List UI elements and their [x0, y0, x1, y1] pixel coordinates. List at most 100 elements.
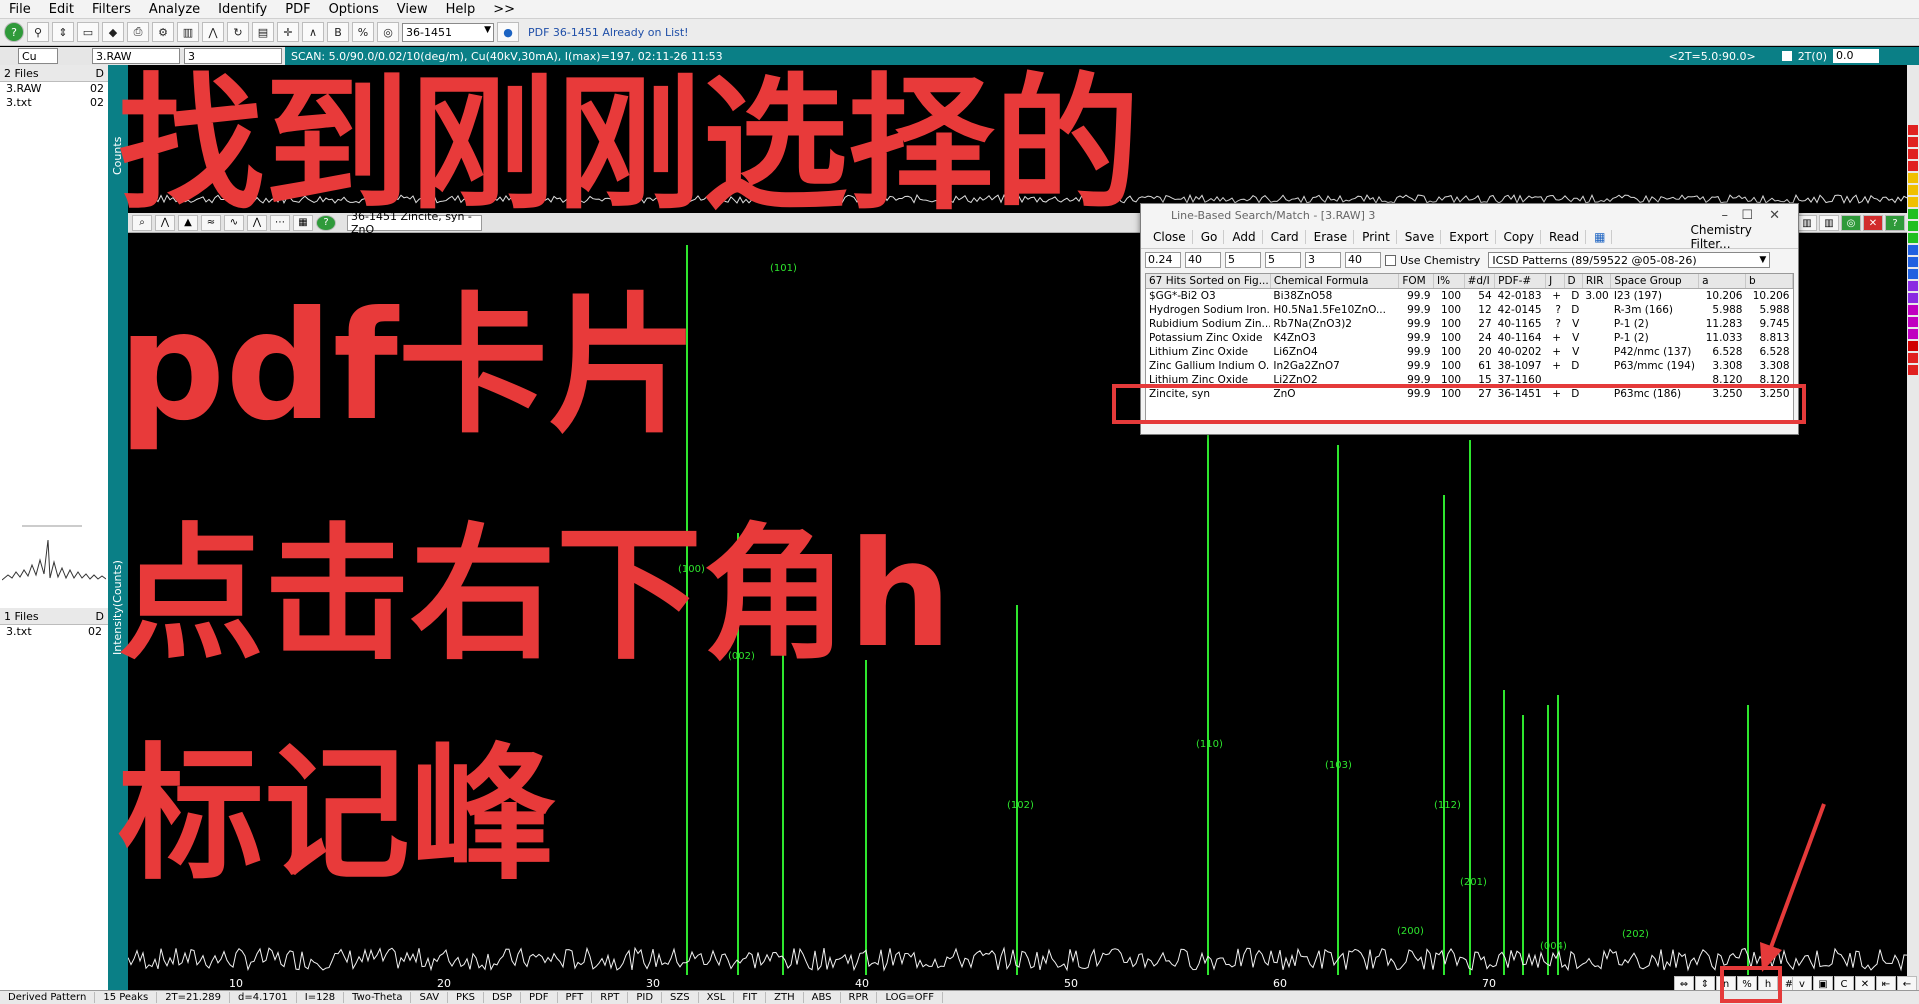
close-button[interactable]: Close — [1147, 230, 1193, 244]
color-swatch[interactable] — [1908, 197, 1918, 207]
bars-icon[interactable]: ▥ — [1819, 215, 1839, 231]
go-button[interactable]: Go — [1195, 230, 1225, 244]
help-icon[interactable]: ? — [1885, 215, 1905, 231]
column-header[interactable]: PDF-# — [1494, 274, 1547, 289]
card-button[interactable]: Card — [1265, 230, 1306, 244]
settings-icon[interactable]: ⚙ — [152, 22, 174, 42]
minimize-icon[interactable]: – — [1722, 208, 1729, 223]
column-header[interactable]: Chemical Formula — [1270, 274, 1400, 289]
menu-file[interactable]: File — [0, 2, 40, 17]
color-swatch[interactable] — [1908, 341, 1918, 351]
copy-button[interactable]: Copy — [1498, 230, 1541, 244]
print-icon[interactable]: ⎙ — [127, 22, 149, 42]
table-row[interactable]: Rubidium Sodium Zin... Rb7Na(ZnO3)2 99.9 10… — [1146, 317, 1793, 331]
twotheta-value[interactable]: 0.0 — [1833, 49, 1879, 63]
menu-help[interactable]: Help — [437, 2, 485, 17]
spin-field[interactable]: 3 — [1305, 252, 1341, 268]
color-swatch[interactable] — [1908, 221, 1918, 231]
drop-icon[interactable]: ● — [497, 22, 519, 42]
menu-identify[interactable]: Identify — [209, 2, 276, 17]
color-swatch[interactable] — [1908, 245, 1918, 255]
menu-filters[interactable]: Filters — [83, 2, 140, 17]
wave-icon[interactable]: ∧ — [302, 22, 324, 42]
spin-field[interactable]: 5 — [1265, 252, 1301, 268]
bars-icon[interactable]: ▥ — [1797, 215, 1817, 231]
menu-options[interactable]: Options — [320, 2, 388, 17]
use-chemistry-checkbox[interactable] — [1385, 254, 1396, 266]
column-header[interactable]: b — [1745, 274, 1793, 289]
peaks-icon[interactable]: ⋀ — [202, 22, 224, 42]
spin-field[interactable]: 40 — [1345, 252, 1381, 268]
menu-pdf[interactable]: PDF — [276, 2, 319, 17]
color-swatch[interactable] — [1908, 281, 1918, 291]
element-select[interactable]: Cu — [18, 48, 58, 64]
color-swatch[interactable] — [1908, 353, 1918, 363]
database-select[interactable]: ICSD Patterns (89/59522 @05-08-26) ▼ — [1488, 252, 1771, 268]
chart-icon[interactable]: ▤ — [252, 22, 274, 42]
file-row[interactable]: 3.RAW 02 — [0, 82, 108, 96]
globe-icon[interactable]: ◎ — [1841, 215, 1861, 231]
crosshair-icon[interactable]: ✛ — [277, 22, 299, 42]
bg-icon[interactable]: B — [327, 22, 349, 42]
color-swatch[interactable] — [1908, 149, 1918, 159]
color-swatch[interactable] — [1908, 257, 1918, 267]
color-swatch[interactable] — [1908, 329, 1918, 339]
menu-analyze[interactable]: Analyze — [140, 2, 209, 17]
thumbnail-pattern[interactable] — [2, 520, 106, 590]
filter-icon[interactable]: ⚲ — [27, 22, 49, 42]
color-swatch[interactable] — [1908, 185, 1918, 195]
table-row[interactable]: $GG*-Bi2 O3 Bi38ZnO58 99.9 100 54 42-0183 + D 3.… — [1146, 289, 1793, 304]
color-swatch[interactable] — [1908, 137, 1918, 147]
color-swatch[interactable] — [1908, 293, 1918, 303]
table-row[interactable]: Potassium Zinc Oxide K4ZnO3 99.9 100 24 40-11… — [1146, 331, 1793, 345]
color-swatch[interactable] — [1908, 173, 1918, 183]
spin-field[interactable]: 0.24 — [1145, 252, 1181, 268]
help-icon[interactable]: ? — [4, 22, 24, 42]
column-header[interactable]: Space Group — [1610, 274, 1700, 289]
chemistry-filter-button[interactable]: Chemistry Filter... — [1684, 223, 1798, 251]
menu-edit[interactable]: Edit — [40, 2, 83, 17]
column-header[interactable]: D — [1564, 274, 1583, 289]
column-header[interactable]: J — [1545, 274, 1565, 289]
export-button[interactable]: Export — [1443, 230, 1496, 244]
table-row[interactable]: Lithium Zinc Oxide Li6ZnO4 99.9 100 20 40-020… — [1146, 345, 1793, 359]
spin-field[interactable]: 40 — [1185, 252, 1221, 268]
column-header[interactable]: RIR — [1582, 274, 1612, 289]
color-swatch[interactable] — [1908, 125, 1918, 135]
spin-field[interactable]: 5 — [1225, 252, 1261, 268]
color-swatch[interactable] — [1908, 161, 1918, 171]
close-icon[interactable]: ✕ — [1769, 208, 1780, 223]
close-icon[interactable]: ✕ — [1863, 215, 1883, 231]
color-swatch[interactable] — [1908, 317, 1918, 327]
disk-icon[interactable]: ◆ — [102, 22, 124, 42]
percent-icon[interactable]: % — [352, 22, 374, 42]
color-swatch[interactable] — [1908, 305, 1918, 315]
sort-icon[interactable]: ⇕ — [52, 22, 74, 42]
color-swatch[interactable] — [1908, 233, 1918, 243]
print-button[interactable]: Print — [1356, 230, 1397, 244]
file-row[interactable]: 3.txt 02 — [0, 96, 108, 110]
file-row[interactable]: 3.txt 02 — [0, 625, 106, 639]
refresh-icon[interactable]: ↻ — [227, 22, 249, 42]
column-header[interactable]: 67 Hits Sorted on Fig... — [1146, 274, 1271, 289]
erase-button[interactable]: Erase — [1308, 230, 1355, 244]
column-header[interactable]: a — [1698, 274, 1746, 289]
table-row[interactable]: Zinc Gallium Indium O... In2Ga2ZnO7 99.9 10… — [1146, 359, 1793, 373]
grid-icon[interactable]: ▦ — [1588, 230, 1613, 244]
column-header[interactable]: FOM — [1398, 274, 1435, 289]
menu-more[interactable]: >> — [484, 2, 524, 17]
column-header[interactable]: #d/I — [1464, 274, 1496, 289]
color-swatch[interactable] — [1908, 209, 1918, 219]
column-header[interactable]: I% — [1433, 274, 1465, 289]
menu-view[interactable]: View — [388, 2, 437, 17]
globe-icon[interactable]: ◎ — [377, 22, 399, 42]
twotheta-checkbox[interactable] — [1781, 51, 1792, 61]
save-button[interactable]: Save — [1399, 230, 1442, 244]
read-button[interactable]: Read — [1543, 230, 1587, 244]
pdf-select[interactable]: 36-1451 ▼ — [402, 22, 494, 42]
color-swatch[interactable] — [1908, 269, 1918, 279]
color-swatch[interactable] — [1908, 365, 1918, 375]
table-row[interactable]: Hydrogen Sodium Iron... H0.5Na1.5Fe10ZnO.… — [1146, 303, 1793, 317]
open-folder-icon[interactable]: ▭ — [77, 22, 99, 42]
add-button[interactable]: Add — [1226, 230, 1263, 244]
